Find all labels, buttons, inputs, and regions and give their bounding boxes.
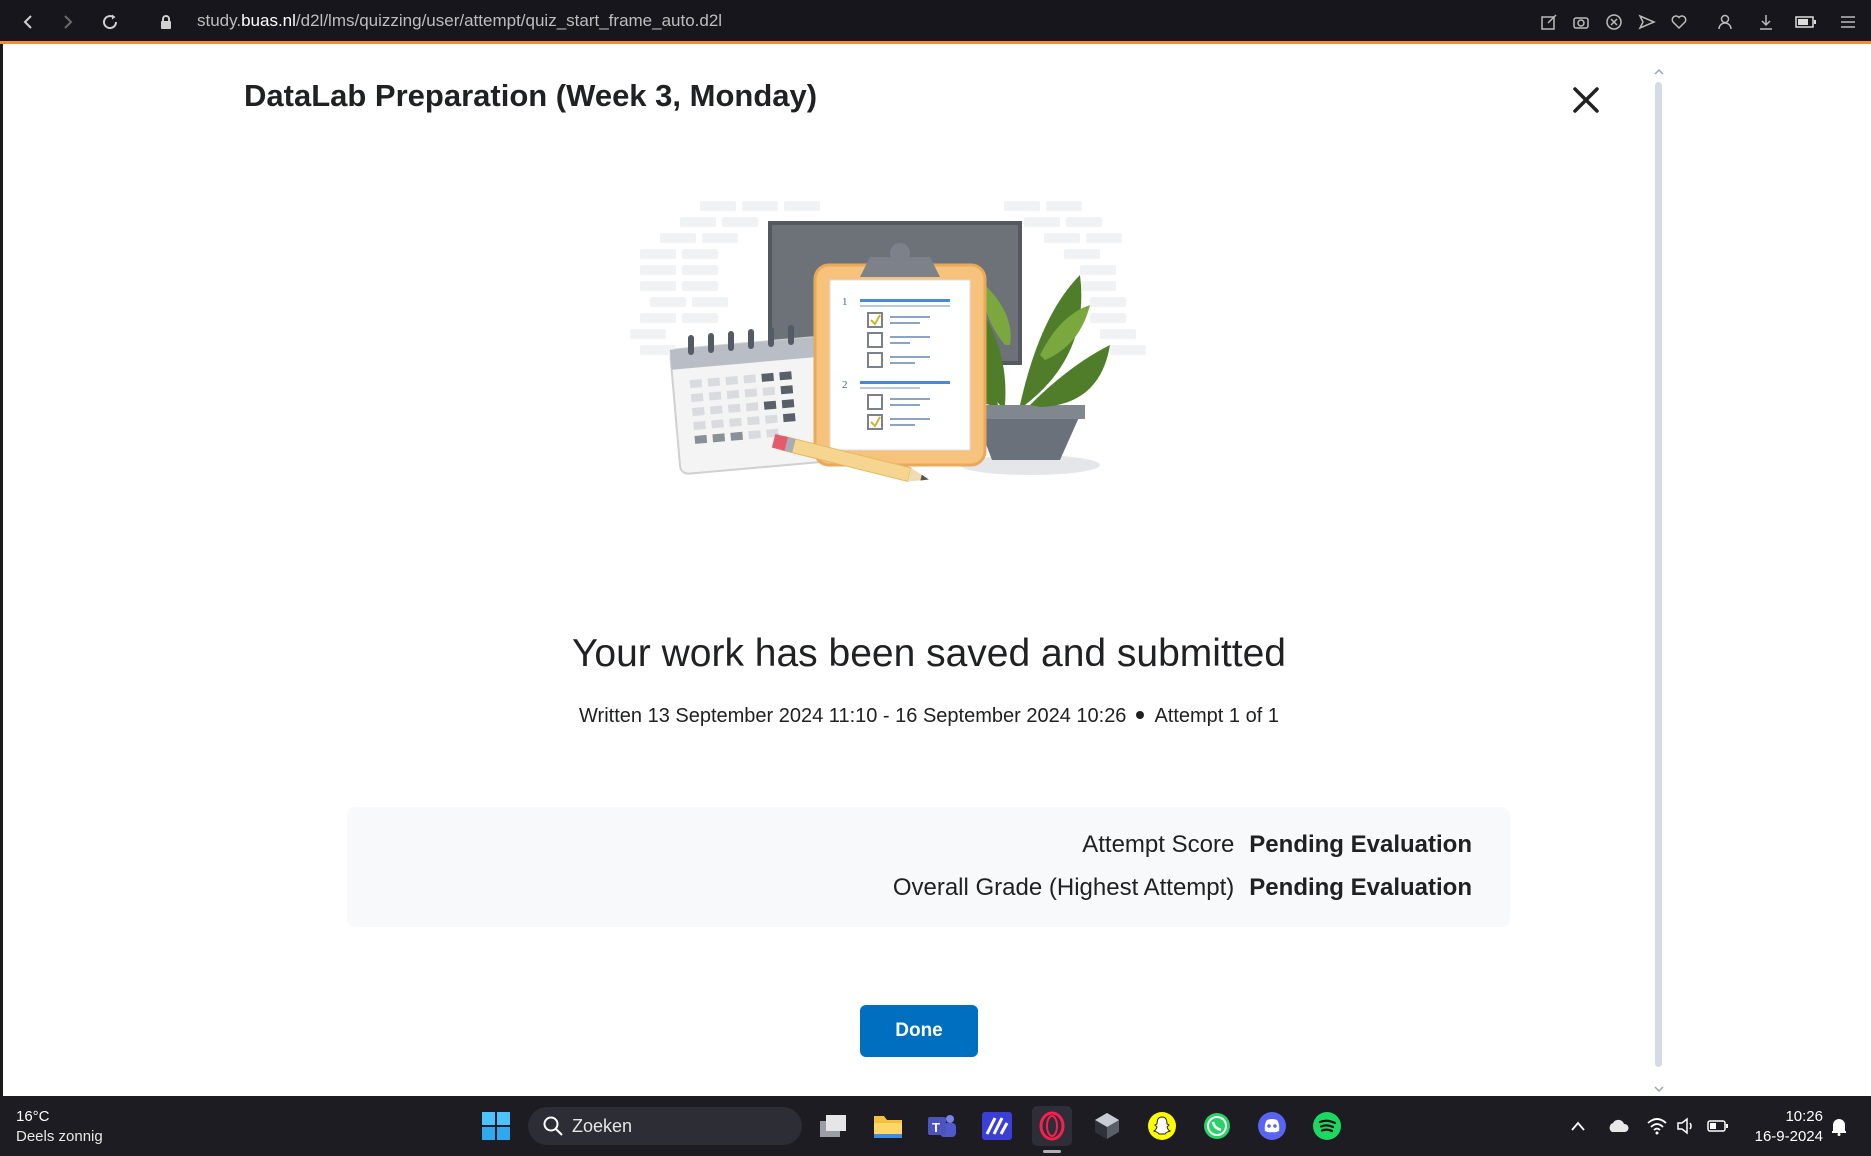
url-prefix: study. [197, 11, 242, 30]
attempt-score-value: Pending Evaluation [1249, 831, 1472, 858]
taskbar-clock[interactable]: 10:26 16-9-2024 [1745, 1107, 1823, 1147]
active-app-indicator [1043, 1150, 1061, 1153]
opera-gx-button[interactable] [1032, 1106, 1072, 1146]
cloud-icon [1609, 1119, 1629, 1132]
wifi-button[interactable] [1644, 1113, 1670, 1139]
windows-logo-icon [482, 1112, 510, 1140]
weather-temperature: 16°C [16, 1108, 50, 1125]
lock-icon [154, 10, 178, 34]
bell-icon [1832, 1119, 1846, 1136]
onedrive-button[interactable] [1605, 1113, 1631, 1139]
overall-grade-row: Overall Grade (Highest Attempt) Pending … [893, 874, 1472, 902]
volume-button[interactable] [1673, 1113, 1699, 1139]
dialog-title: DataLab Preparation (Week 3, Monday) [244, 78, 818, 113]
scroll-down-arrow-icon[interactable] [1652, 1083, 1666, 1095]
whatsapp-button[interactable] [1197, 1106, 1237, 1146]
snapchat-icon [1148, 1112, 1176, 1140]
spotify-icon [1313, 1112, 1341, 1140]
folder-icon [874, 1116, 902, 1138]
back-button[interactable] [16, 10, 40, 34]
wifi-icon [1647, 1118, 1667, 1135]
battery-button[interactable] [1705, 1113, 1731, 1139]
weather-description: Deels zonnig [16, 1128, 103, 1145]
overall-grade-value: Pending Evaluation [1249, 874, 1472, 901]
battery-saver-icon[interactable] [1795, 11, 1817, 33]
teams-button[interactable]: T [922, 1106, 962, 1146]
window-edge [0, 44, 3, 1096]
menu-icon[interactable] [1837, 11, 1859, 33]
overall-grade-label: Overall Grade (Highest Attempt) [892, 874, 1235, 901]
whatsapp-icon [1204, 1113, 1230, 1139]
scroll-up-arrow-icon[interactable] [1652, 66, 1666, 78]
taskbar: 16°C Deels zonnig Zoeken T 10:26 16-9-20… [0, 1096, 1871, 1156]
tray-overflow-button[interactable] [1565, 1113, 1591, 1139]
close-button[interactable] [1570, 84, 1602, 116]
teams-icon: T [928, 1115, 956, 1137]
submission-meta: Written 13 September 2024 11:10 - 16 Sep… [0, 705, 1858, 728]
file-explorer-button[interactable] [868, 1106, 908, 1146]
send-icon[interactable] [1636, 11, 1658, 33]
url-domain: buas.nl [241, 11, 296, 30]
attempt-score-row: Attempt Score Pending Evaluation [1082, 831, 1472, 859]
written-dates: Written 13 September 2024 11:10 - 16 Sep… [579, 705, 1127, 727]
editor-app-icon [982, 1112, 1012, 1140]
adblock-icon[interactable] [1603, 11, 1625, 33]
submission-illustration: 1 2 [630, 201, 1146, 483]
download-icon[interactable] [1755, 11, 1777, 33]
edit-icon[interactable] [1538, 11, 1560, 33]
clock-date: 16-9-2024 [1754, 1128, 1823, 1145]
task-view-button[interactable] [813, 1106, 853, 1146]
submission-headline: Your work has been saved and submitted [571, 632, 1287, 675]
heart-icon[interactable] [1668, 11, 1690, 33]
discord-button[interactable] [1252, 1106, 1292, 1146]
taskbar-search[interactable]: Zoeken [528, 1107, 802, 1145]
start-button[interactable] [476, 1106, 516, 1146]
search-placeholder: Zoeken [572, 1115, 633, 1136]
close-icon [1573, 87, 1599, 113]
url-path: /d2l/lms/quizzing/user/attempt/quiz_star… [295, 11, 723, 30]
notifications-button[interactable] [1826, 1113, 1852, 1139]
speaker-icon [1677, 1117, 1692, 1135]
chevron-up-icon [1571, 1121, 1585, 1131]
done-button[interactable]: Done [860, 1005, 978, 1057]
clock-time: 10:26 [1785, 1108, 1823, 1125]
address-bar[interactable]: study.buas.nl/d2l/lms/quizzing/user/atte… [197, 11, 722, 31]
task-view-icon [820, 1115, 846, 1137]
attempt-score-label: Attempt Score [1082, 831, 1235, 858]
spotify-button[interactable] [1307, 1106, 1347, 1146]
profile-icon[interactable] [1714, 11, 1736, 33]
attempt-count: Attempt 1 of 1 [1154, 705, 1279, 727]
reload-icon [103, 14, 118, 30]
reload-button[interactable] [98, 10, 122, 34]
forward-button[interactable] [56, 10, 80, 34]
score-summary: Attempt Score Pending Evaluation Overall… [347, 807, 1510, 927]
camera-icon[interactable] [1570, 11, 1592, 33]
svg-text:T: T [932, 1120, 940, 1135]
battery-icon [1707, 1120, 1728, 1132]
snapchat-button[interactable] [1142, 1106, 1182, 1146]
app-cube-button[interactable] [1087, 1106, 1127, 1146]
chevron-right-icon [64, 15, 73, 29]
chevron-left-icon [23, 15, 32, 29]
editor-app-button[interactable] [977, 1106, 1017, 1146]
cube-icon [1095, 1113, 1119, 1139]
scrollbar[interactable] [1655, 82, 1662, 1067]
search-icon [543, 1116, 563, 1136]
browser-toolbar: study.buas.nl/d2l/lms/quizzing/user/atte… [0, 0, 1871, 44]
clipboard-number-1: 1 [842, 296, 848, 308]
opera-icon [1039, 1111, 1065, 1141]
separator-dot [1136, 711, 1145, 720]
discord-icon [1258, 1112, 1286, 1140]
clipboard-number-2: 2 [842, 379, 848, 391]
clipboard: 1 2 [813, 243, 987, 467]
